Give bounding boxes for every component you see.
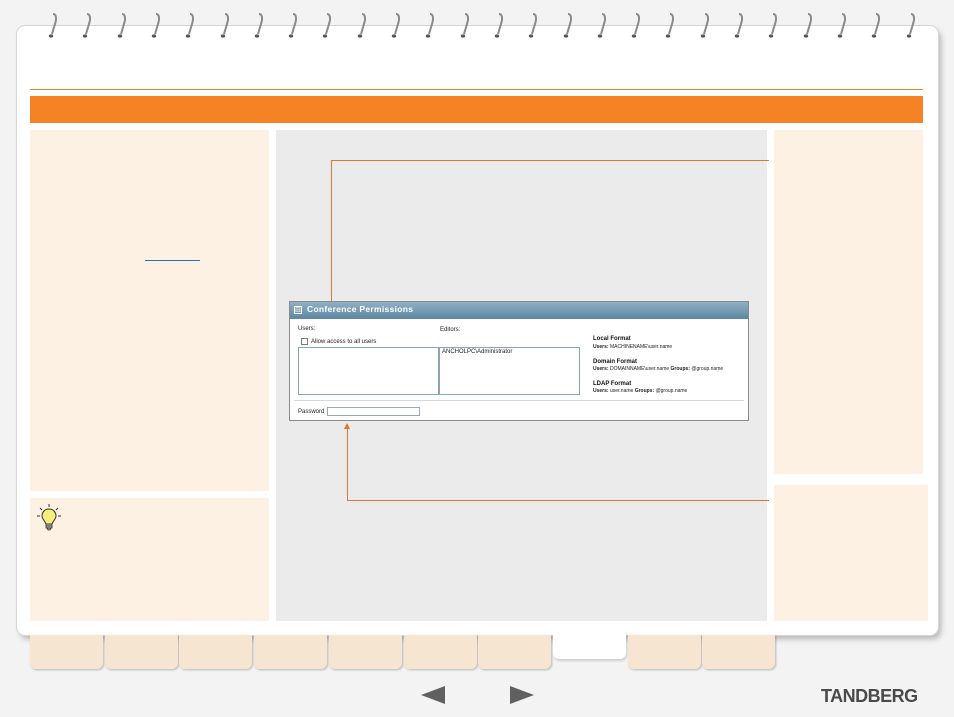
callout-line [347,500,769,501]
next-arrow-icon[interactable] [510,686,534,704]
spiral-ring-icon [769,13,778,38]
spiral-ring-icon [220,13,229,38]
allow-all-users-checkbox[interactable] [301,338,308,345]
editors-listbox[interactable]: ANCHOLPC\Administrator [439,347,580,395]
spiral-ring-icon [906,13,915,38]
editors-label: Editors: [440,327,461,333]
spiral-ring-icon [426,13,435,38]
spiral-ring-icon [151,13,160,38]
spiral-ring-icon [185,13,195,38]
right-text-panel [774,130,923,474]
section-tab[interactable] [30,635,103,669]
section-tab[interactable] [478,635,552,669]
window-title-bar: ⊟ Conference Permissions [290,302,748,319]
spiral-ring-icon [460,13,469,38]
previous-arrow-icon[interactable] [421,686,445,704]
right-note-panel [774,485,928,621]
spiral-ring-icon [563,13,572,38]
divider [294,400,744,401]
spiral-ring-icon [871,13,881,38]
lightbulb-icon [37,504,61,531]
spiral-ring-icon [117,13,126,38]
callout-arrow [344,423,350,429]
ldap-format-values: Users: user.name Groups: @group.name [593,388,688,394]
brand-logo: TANDBERG [821,686,918,706]
local-format-title: Local Format [593,336,631,342]
callout-line [347,428,348,501]
section-tab[interactable] [403,635,477,669]
collapse-toggle-icon[interactable]: ⊟ [294,306,302,314]
spiral-ring-icon [666,13,675,38]
spiral-ring-icon [803,13,812,38]
window-title: Conference Permissions [307,304,414,314]
spiral-ring-icon [528,13,538,38]
conference-permissions-window: ⊟ Conference Permissions Users: Editors:… [289,301,749,421]
spiral-ring-icon [323,13,332,38]
spiral-ring-icon [734,13,744,38]
section-tab[interactable] [254,635,328,669]
spiral-ring-icon [391,13,401,38]
callout-line [331,160,769,161]
section-title-bar [30,96,923,123]
left-text-panel [30,130,269,491]
section-tab[interactable] [627,635,701,669]
editor-entry[interactable]: ANCHOLPC\Administrator [442,349,512,355]
spiral-ring-icon [48,13,58,38]
password-input[interactable] [327,407,420,416]
spiral-ring-icon [700,13,709,38]
spiral-ring-icon [494,13,503,38]
section-tab[interactable] [179,635,253,669]
tip-panel [30,498,269,621]
spiral-ring-icon [83,13,92,38]
users-label: Users: [298,326,316,332]
spiral-ring-icon [597,13,606,38]
password-label: Password [298,409,325,415]
section-tab[interactable] [552,631,626,659]
spiral-ring-icon [837,13,846,38]
allow-all-users-label: Allow access to all users [311,339,377,345]
domain-format-title: Domain Format [593,359,638,365]
ldap-format-title: LDAP Format [593,381,632,387]
spiral-binding [0,12,954,44]
section-tab[interactable] [702,635,776,669]
spiral-ring-icon [254,13,263,38]
header-rule [30,89,923,90]
users-listbox[interactable] [298,347,439,395]
spiral-ring-icon [631,13,641,38]
local-format-users: Users: MACHINENAME\user.name [593,344,673,350]
spiral-ring-icon [288,13,298,38]
spiral-ring-icon [357,13,366,38]
section-tab[interactable] [104,635,178,669]
hyperlink[interactable] [145,260,200,261]
domain-format-values: Users: DOMAINNAME\user.name Groups: @gro… [593,366,724,372]
section-tab[interactable] [328,635,402,669]
